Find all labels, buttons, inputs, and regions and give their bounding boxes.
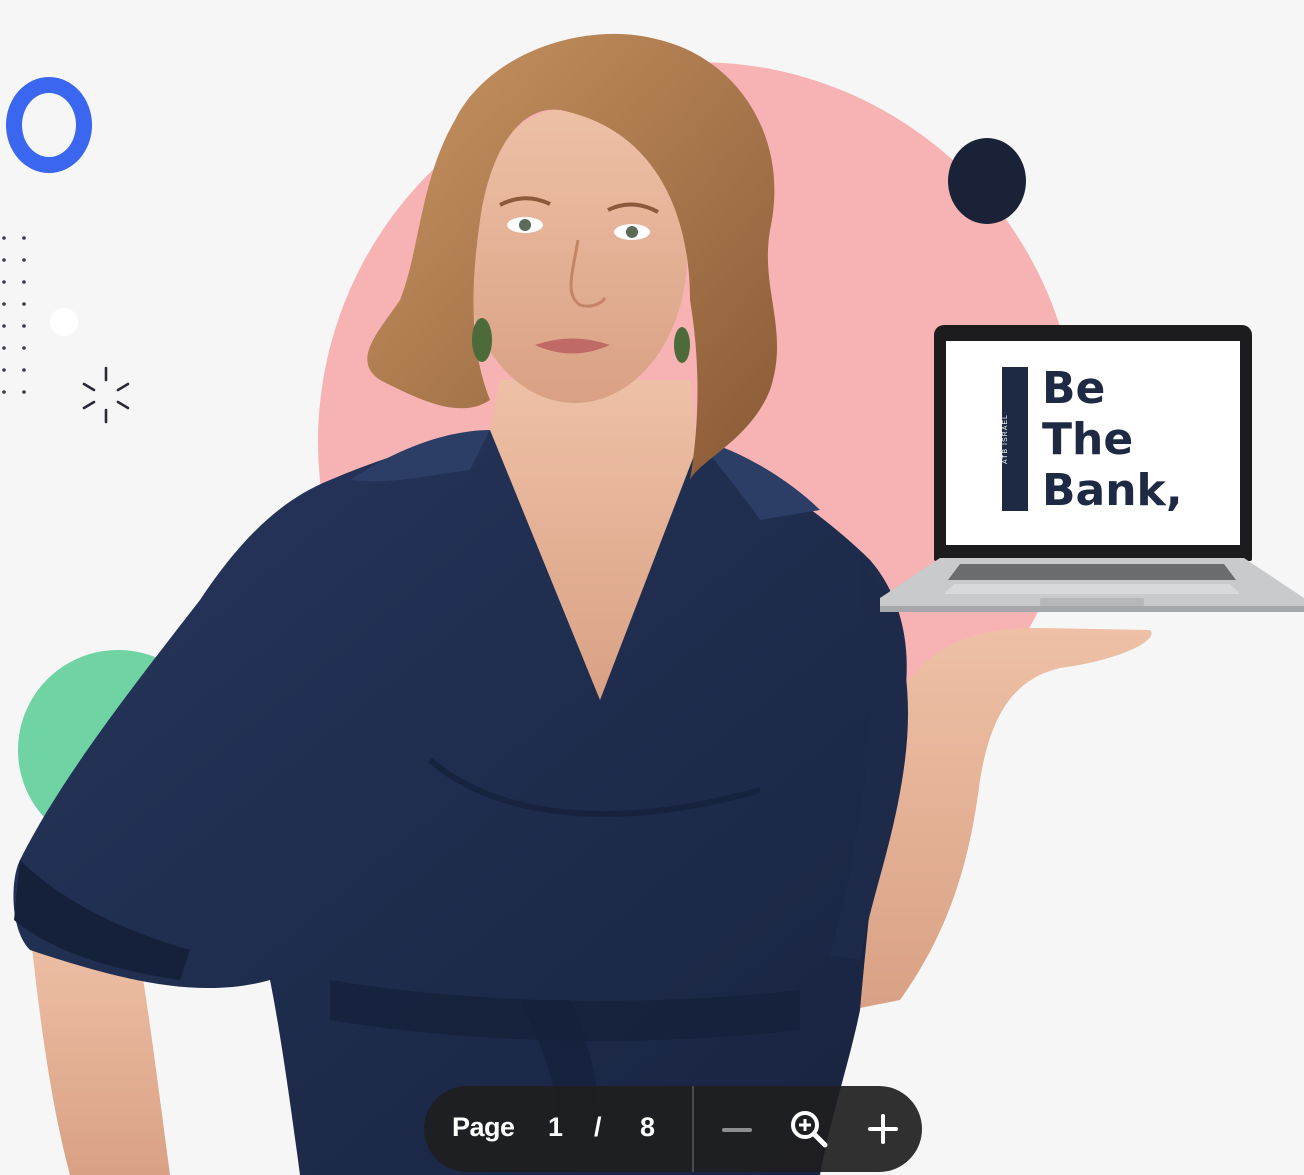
screen-title-line: The [1042, 414, 1134, 465]
page-separator: / [594, 1112, 602, 1142]
current-page-number[interactable]: 1 [548, 1112, 563, 1143]
laptop-base [880, 558, 1304, 612]
screen-side-text: ATB ISRAEL [1002, 414, 1009, 464]
zoom-magnifier-icon [791, 1111, 828, 1148]
page-label: Page [452, 1112, 515, 1142]
laptop: ATB ISRAEL Be The Bank, [880, 322, 1304, 624]
plus-icon [868, 1114, 898, 1144]
screen-title-line: Bank, [1042, 465, 1183, 516]
toolbar-divider [692, 1086, 694, 1172]
zoom-in-button[interactable] [858, 1104, 908, 1154]
laptop-screen: ATB ISRAEL Be The Bank, [946, 341, 1240, 545]
total-pages: 8 [640, 1112, 656, 1142]
screen-side-bar: ATB ISRAEL [1002, 367, 1028, 511]
zoom-out-button[interactable] [712, 1104, 762, 1154]
page-canvas: ATB ISRAEL Be The Bank, Page 1 / 8 [0, 0, 1304, 1175]
zoom-magnifier-button[interactable] [784, 1104, 834, 1154]
page-toolbar: Page 1 / 8 [424, 1086, 922, 1172]
minus-icon [722, 1128, 752, 1132]
laptop-lid: ATB ISRAEL Be The Bank, [934, 325, 1252, 561]
screen-title-line: Be [1042, 363, 1106, 414]
screen-title: Be The Bank, [1042, 363, 1232, 516]
